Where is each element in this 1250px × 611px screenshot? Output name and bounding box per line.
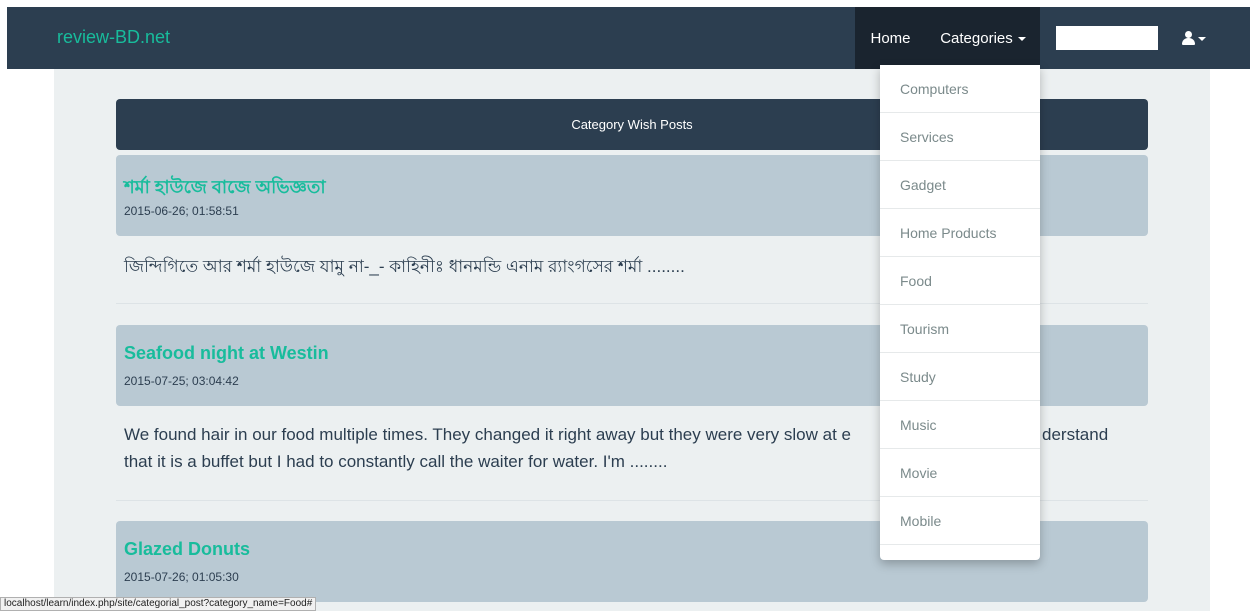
dropdown-item-services[interactable]: Services	[880, 113, 1040, 161]
user-menu-toggle[interactable]	[1182, 27, 1212, 49]
user-icon	[1182, 31, 1195, 45]
navbar: review-BD.net Home Categories	[7, 7, 1250, 69]
page-title: Category Wish Posts	[571, 117, 693, 132]
post-date: 2015-06-26; 01:58:51	[124, 204, 239, 218]
categories-dropdown-menu: Computers Services Gadget Home Products …	[880, 65, 1040, 560]
page: review-BD.net Home Categories Category W…	[0, 0, 1250, 611]
post-title-link[interactable]: Glazed Donuts	[124, 539, 250, 560]
nav-home-link[interactable]: Home	[855, 7, 926, 69]
post-date: 2015-07-26; 01:05:30	[124, 570, 239, 584]
dropdown-item-tourism[interactable]: Tourism	[880, 305, 1040, 353]
post-date: 2015-07-25; 03:04:42	[124, 374, 239, 388]
search-input[interactable]	[1056, 26, 1158, 50]
nav-categories-label: Categories	[940, 29, 1013, 47]
post-excerpt-tail: derstand	[1042, 425, 1109, 444]
status-bar-url: localhost/learn/index.php/site/categoria…	[0, 597, 317, 611]
dropdown-item-gadget[interactable]: Gadget	[880, 161, 1040, 209]
caret-down-icon	[1198, 37, 1206, 41]
dropdown-item-home-products[interactable]: Home Products	[880, 209, 1040, 257]
dropdown-item-food[interactable]: Food	[880, 257, 1040, 305]
post-title-link[interactable]: Seafood night at Westin	[124, 343, 329, 364]
top-strip	[0, 0, 1250, 7]
dropdown-item-music[interactable]: Music	[880, 401, 1040, 449]
nav-categories-toggle[interactable]: Categories	[926, 7, 1040, 69]
dropdown-item-study[interactable]: Study	[880, 353, 1040, 401]
dropdown-item-movie[interactable]: Movie	[880, 449, 1040, 497]
post-title-link[interactable]: শর্মা হাউজে বাজে অভিজ্ঞতা	[124, 173, 326, 204]
caret-down-icon	[1017, 37, 1026, 41]
dropdown-item-mobile[interactable]: Mobile	[880, 497, 1040, 545]
dropdown-item-computers[interactable]: Computers	[880, 65, 1040, 113]
brand-link[interactable]: review-BD.net	[57, 27, 170, 48]
